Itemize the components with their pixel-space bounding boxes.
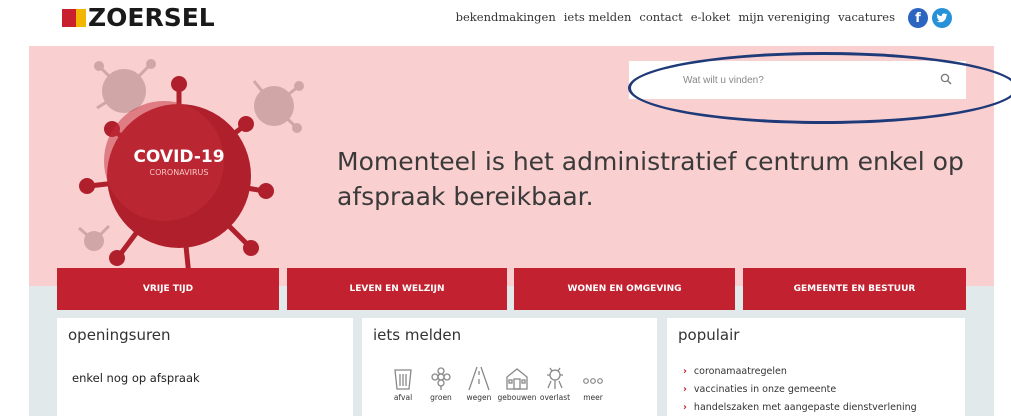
nav-wonen-en-omgeving[interactable]: WONEN EN OMGEVING — [514, 268, 735, 310]
nuisance-icon — [547, 367, 563, 389]
twitter-icon[interactable] — [932, 8, 952, 28]
more-icon — [583, 378, 603, 384]
popular-link-label: coronamaatregelen — [693, 366, 787, 377]
openingsuren-text: enkel nog op afspraak — [72, 371, 200, 385]
report-label: afval — [393, 393, 413, 402]
nav-contact[interactable]: contact — [639, 10, 682, 24]
facebook-icon[interactable]: f — [908, 8, 928, 28]
chevron-right-icon: › — [683, 402, 687, 413]
covid-badge-subtitle: CORONAVIRUS — [149, 168, 208, 177]
report-label: meer — [583, 393, 603, 402]
hero-message: Momenteel is het administratief centrum … — [337, 147, 964, 211]
flower-icon — [431, 367, 451, 390]
nav-leven-en-welzijn[interactable]: LEVEN EN WELZIJN — [287, 268, 507, 310]
iets-melden-card: iets melden afval groen wegen gebouwen o… — [362, 318, 657, 418]
search-icon[interactable] — [940, 73, 952, 85]
report-wegen[interactable]: wegen — [460, 365, 498, 402]
trash-bin-icon — [394, 369, 412, 390]
popular-links: › coronamaatregelen › vaccinaties in onze … — [683, 366, 917, 420]
nav-e-loket[interactable]: e-loket — [691, 10, 731, 24]
top-navigation: bekendmakingen iets melden contact e-lok… — [456, 10, 895, 24]
card-title: openingsuren — [68, 326, 171, 344]
nav-vrije-tijd[interactable]: VRIJE TIJD — [57, 268, 279, 310]
popular-link[interactable]: › vaccinaties in onze gemeente — [683, 384, 917, 395]
search-box — [629, 61, 966, 99]
nav-vacatures[interactable]: vacatures — [838, 10, 895, 24]
chevron-right-icon: › — [683, 366, 687, 377]
report-label: overlast — [539, 393, 571, 402]
popular-link[interactable]: › handelszaken met aangepaste dienstverle… — [683, 402, 917, 413]
covid-badge-title: COVID-19 — [133, 147, 224, 167]
report-groen[interactable]: groen — [422, 365, 460, 402]
popular-link-label: vaccinaties in onze gemeente — [693, 384, 837, 395]
report-label: groen — [430, 393, 452, 402]
card-title: populair — [678, 326, 740, 344]
openingsuren-card: openingsuren enkel nog op afspraak — [57, 318, 353, 418]
popular-link-label: handelszaken met aangepaste dienstverlen… — [693, 402, 917, 413]
report-label: gebouwen — [497, 393, 537, 402]
search-input[interactable] — [629, 61, 966, 99]
populair-card: populair › coronamaatregelen › vaccinaties… — [667, 318, 965, 418]
report-overlast[interactable]: overlast — [536, 365, 574, 402]
logo-red-block — [62, 9, 76, 27]
logo-text: ZOERSEL — [88, 3, 215, 32]
building-icon — [506, 368, 528, 390]
logo[interactable]: ZOERSEL — [62, 4, 215, 32]
report-afval[interactable]: afval — [384, 365, 422, 402]
nav-iets-melden[interactable]: iets melden — [564, 10, 632, 24]
nav-bekendmakingen[interactable]: bekendmakingen — [456, 10, 556, 24]
logo-yellow-block — [76, 9, 86, 27]
card-title: iets melden — [373, 326, 462, 344]
nav-mijn-vereniging[interactable]: mijn vereniging — [738, 10, 830, 24]
nav-gemeente-en-bestuur[interactable]: GEMEENTE EN BESTUUR — [743, 268, 966, 310]
report-meer[interactable]: meer — [574, 365, 612, 402]
report-categories: afval groen wegen gebouwen overlast meer — [384, 365, 612, 402]
report-label: wegen — [466, 393, 492, 402]
chevron-right-icon: › — [683, 384, 687, 395]
report-gebouwen[interactable]: gebouwen — [497, 365, 537, 402]
popular-link[interactable]: › coronamaatregelen — [683, 366, 917, 377]
road-icon — [468, 366, 490, 391]
